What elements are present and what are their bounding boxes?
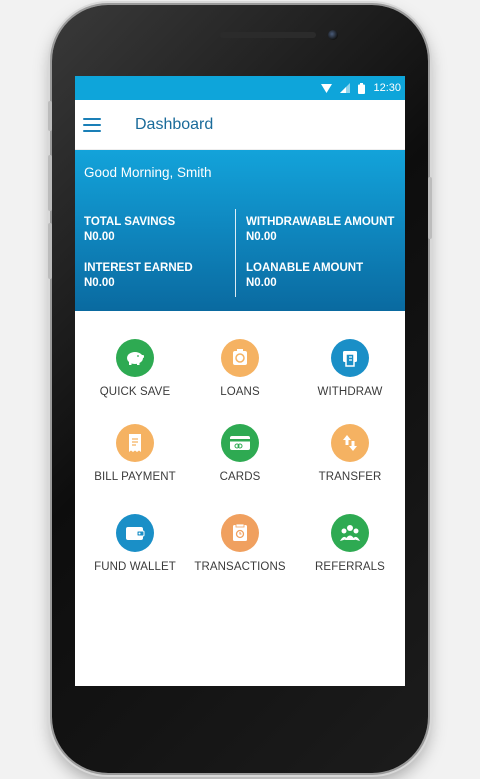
bill-payment-button[interactable]: BILL PAYMENT [80,424,190,483]
page-title: Dashboard [135,115,214,133]
referrals-button[interactable]: REFERRALS [295,514,405,573]
status-time: 12:30 [373,82,401,94]
withdraw-button[interactable]: WITHDRAW [295,339,405,398]
front-camera [328,30,338,40]
withdraw-label: WITHDRAW [317,386,383,398]
loans-button[interactable]: LOANS [185,339,295,398]
interest-earned-stat: INTEREST EARNED N0.00 [84,261,193,291]
quick-save-label: QUICK SAVE [99,386,171,398]
atm-withdraw-icon [331,339,369,377]
transactions-icon [221,514,259,552]
wifi-icon [321,83,333,93]
transactions-button[interactable]: TRANSACTIONS [185,514,295,573]
wallet-icon [116,514,154,552]
stat-label: WITHDRAWABLE AMOUNT [246,216,395,228]
phone-volume-up-button [48,155,52,211]
fund-wallet-button[interactable]: FUND WALLET [80,514,190,573]
battery-icon [358,82,366,94]
phone-side-button [48,101,52,131]
loans-label: LOANS [220,386,260,398]
fund-wallet-label: FUND WALLET [94,561,176,573]
loanable-amount-stat: LOANABLE AMOUNT N0.00 [246,261,363,291]
stat-label: LOANABLE AMOUNT [246,262,364,274]
signal-icon [340,83,351,93]
piggy-bank-icon [116,339,154,377]
credit-card-icon [221,424,259,462]
stat-value: N0.00 [84,231,115,243]
hamburger-menu-icon[interactable] [83,117,101,132]
withdrawable-amount-stat: WITHDRAWABLE AMOUNT N0.00 [246,215,394,245]
stat-value: N0.00 [246,277,277,289]
transactions-label: TRANSACTIONS [194,561,286,573]
app-bar: Dashboard [75,100,405,150]
status-bar: 12:30 [75,76,405,100]
stat-label: INTEREST EARNED [84,262,193,274]
phone-power-button [428,177,432,239]
app-screen: 12:30 Dashboard Good Morning, Smith TOTA… [75,76,405,686]
phone-speaker [220,32,316,38]
cards-label: CARDS [219,471,261,483]
referrals-label: REFERRALS [315,561,385,573]
transfer-label: TRANSFER [318,471,382,483]
loan-icon [221,339,259,377]
bill-payment-label: BILL PAYMENT [94,471,176,483]
stat-value: N0.00 [246,231,277,243]
stat-value: N0.00 [84,277,115,289]
transfer-button[interactable]: TRANSFER [295,424,405,483]
receipt-icon [116,424,154,462]
people-group-icon [331,514,369,552]
account-summary: Good Morning, Smith TOTAL SAVINGS N0.00 … [75,150,405,311]
stats-divider [235,209,236,297]
stat-label: TOTAL SAVINGS [84,216,176,228]
cards-button[interactable]: CARDS [185,424,295,483]
quick-save-button[interactable]: QUICK SAVE [80,339,190,398]
phone-volume-down-button [48,223,52,279]
total-savings-stat: TOTAL SAVINGS N0.00 [84,215,175,245]
greeting-text: Good Morning, Smith [84,165,212,180]
transfer-arrows-icon [331,424,369,462]
